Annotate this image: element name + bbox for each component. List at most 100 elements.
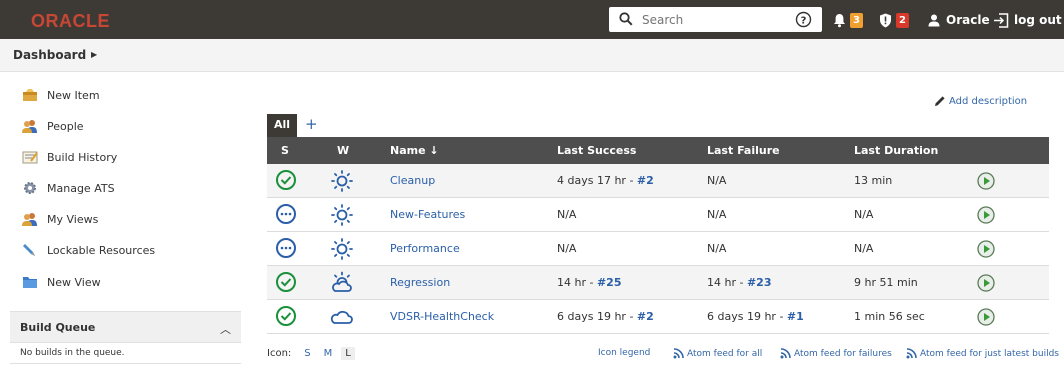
last-failure-text: 6 days 19 hr -: [707, 310, 787, 323]
notifications-badge: 3: [850, 12, 863, 28]
column-header-last-failure[interactable]: Last Failure: [707, 144, 780, 157]
atom-feed-latest-link[interactable]: Atom feed for just latest builds: [906, 348, 1059, 359]
people-icon: [22, 120, 37, 133]
build-link[interactable]: #25: [597, 276, 622, 289]
job-name-link[interactable]: Regression: [390, 276, 450, 289]
last-duration-cell: N/A: [854, 208, 874, 221]
last-success-cell: 4 days 17 hr - #2: [557, 174, 654, 187]
sunny-weather-icon: [331, 204, 353, 226]
chevron-up-icon[interactable]: ︿: [220, 321, 231, 337]
breadcrumb-dashboard[interactable]: Dashboard: [13, 48, 86, 62]
table-row: Regression 14 hr - #25 14 hr - #23 9 hr …: [267, 266, 1049, 300]
atom-feed-failures-label: Atom feed for failures: [794, 348, 892, 359]
last-success-text: 6 days 19 hr -: [557, 310, 637, 323]
schedule-build-icon[interactable]: [976, 273, 996, 293]
column-header-last-duration[interactable]: Last Duration: [854, 144, 938, 157]
security-alerts-button[interactable]: 2: [879, 11, 909, 29]
column-header-status[interactable]: S: [281, 144, 289, 157]
atom-feed-failures-link[interactable]: Atom feed for failures: [780, 348, 892, 359]
lock-resource-icon: [23, 244, 35, 256]
schedule-build-icon[interactable]: [976, 307, 996, 327]
add-description-label: Add description: [949, 95, 1028, 107]
last-failure-cell: N/A: [707, 242, 727, 255]
sunny-weather-icon: [331, 170, 353, 192]
shield-icon: [880, 13, 891, 27]
user-icon: [928, 14, 940, 26]
add-description-link[interactable]: Add description: [934, 95, 1027, 107]
build-link[interactable]: #1: [787, 310, 804, 323]
oracle-logo[interactable]: ORACLE: [31, 11, 110, 32]
last-failure-cell: N/A: [707, 174, 727, 187]
sidebar-item-label: Manage ATS: [47, 181, 115, 195]
icon-legend-link[interactable]: Icon legend: [598, 348, 650, 358]
last-duration-cell: 1 min 56 sec: [854, 310, 925, 323]
logout-label: log out: [1014, 13, 1062, 27]
build-queue-empty-text: No builds in the queue.: [20, 348, 125, 358]
search-box[interactable]: ?: [609, 7, 822, 32]
partly-cloudy-weather-icon: [332, 271, 352, 292]
rss-icon: [673, 348, 684, 359]
column-header-name[interactable]: Name ↓: [390, 144, 439, 157]
job-name-link[interactable]: Performance: [390, 242, 460, 255]
search-input[interactable]: [642, 10, 782, 29]
build-queue-title: Build Queue: [20, 321, 96, 334]
sidebar-item-label: Lockable Resources: [47, 243, 156, 257]
sidebar-item-manage-ats[interactable]: Manage ATS: [22, 179, 115, 197]
gear-icon: [24, 182, 36, 194]
job-name-link[interactable]: VDSR-HealthCheck: [390, 310, 494, 323]
build-link[interactable]: #2: [637, 174, 654, 187]
new-item-icon: [23, 89, 37, 101]
icon-size-label: Icon:: [267, 348, 292, 359]
sidebar-item-new-view[interactable]: New View: [22, 273, 101, 291]
icon-size-large[interactable]: L: [341, 347, 355, 360]
sidebar-item-people[interactable]: People: [22, 117, 84, 135]
sidebar-item-label: New View: [47, 275, 101, 289]
breadcrumb-arrow-icon[interactable]: ▶: [91, 50, 97, 59]
atom-feed-latest-label: Atom feed for just latest builds: [920, 348, 1059, 359]
last-duration-cell: 9 hr 51 min: [854, 276, 918, 289]
not-built-status-icon: [276, 204, 296, 224]
user-name: Oracle: [946, 13, 990, 27]
column-header-last-success[interactable]: Last Success: [557, 144, 636, 157]
schedule-build-icon[interactable]: [976, 239, 996, 259]
column-header-weather[interactable]: W: [337, 144, 349, 157]
build-history-icon: [22, 151, 38, 164]
sidebar-item-new-item[interactable]: New Item: [22, 86, 100, 104]
icon-size-small[interactable]: S: [304, 348, 310, 359]
add-view-tab[interactable]: +: [305, 115, 318, 133]
table-row: Performance N/A N/A N/A: [267, 232, 1049, 266]
last-success-cell: N/A: [557, 208, 577, 221]
build-queue-header[interactable]: Build Queue ︿: [10, 311, 241, 342]
sidebar-item-label: Build History: [47, 150, 118, 164]
not-built-status-icon: [276, 238, 296, 258]
build-link[interactable]: #2: [637, 310, 654, 323]
sidebar-item-build-history[interactable]: Build History: [22, 148, 117, 166]
success-status-icon: [276, 170, 296, 190]
sidebar-item-label: New Item: [47, 88, 100, 102]
user-menu[interactable]: Oracle: [928, 11, 990, 29]
sidebar-item-my-views[interactable]: My Views: [22, 210, 98, 228]
last-duration-cell: 13 min: [854, 174, 893, 187]
sunny-weather-icon: [331, 238, 353, 260]
build-queue-body: No builds in the queue.: [10, 342, 241, 364]
schedule-build-icon[interactable]: [976, 205, 996, 225]
job-name-link[interactable]: New-Features: [390, 208, 465, 221]
notifications-button[interactable]: 3: [833, 11, 863, 29]
help-icon[interactable]: ?: [795, 11, 812, 28]
job-name-link[interactable]: Cleanup: [390, 174, 435, 187]
svg-text:?: ?: [801, 15, 807, 26]
atom-feed-all-link[interactable]: Atom feed for all: [673, 348, 762, 359]
schedule-build-icon[interactable]: [976, 171, 996, 191]
table-row: VDSR-HealthCheck 6 days 19 hr - #2 6 day…: [267, 300, 1049, 334]
last-failure-cell: 14 hr - #23: [707, 276, 771, 289]
build-link[interactable]: #23: [747, 276, 772, 289]
success-status-icon: [276, 272, 296, 292]
last-failure-cell: N/A: [707, 208, 727, 221]
tab-all[interactable]: All: [267, 114, 297, 138]
last-success-text: 14 hr -: [557, 276, 597, 289]
logout-button[interactable]: log out: [993, 11, 1062, 29]
breadcrumb: Dashboard ▶: [0, 39, 1064, 72]
cloudy-weather-icon: [330, 310, 353, 324]
sidebar-item-lockable-resources[interactable]: Lockable Resources: [22, 241, 155, 259]
icon-size-medium[interactable]: M: [324, 348, 333, 359]
